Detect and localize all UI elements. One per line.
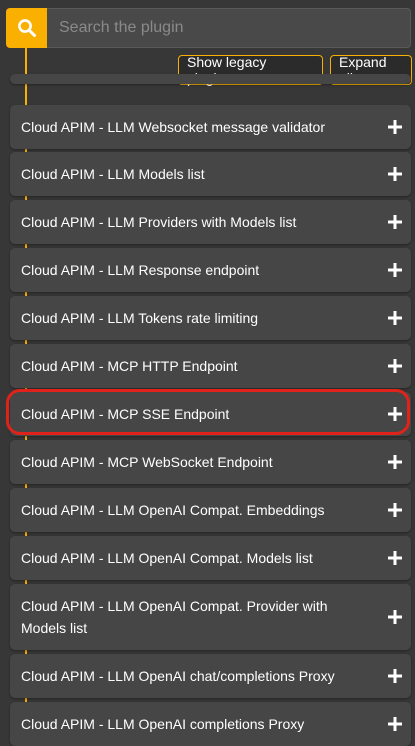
plugin-item[interactable]: Cloud APIM - LLM OpenAI Compat. Embeddin…: [10, 488, 411, 532]
plugin-label: Cloud APIM - MCP SSE Endpoint: [21, 406, 230, 422]
plugin-label: Cloud APIM - LLM Response endpoint: [21, 262, 260, 278]
plus-icon[interactable]: [387, 358, 403, 374]
plus-icon[interactable]: [387, 310, 403, 326]
plus-icon[interactable]: [387, 214, 403, 230]
search-icon: [17, 19, 36, 37]
plugin-item[interactable]: Cloud APIM - LLM OpenAI chat/completions…: [10, 654, 411, 698]
plugin-label: Cloud APIM - MCP WebSocket Endpoint: [21, 454, 273, 470]
plus-icon[interactable]: [387, 609, 403, 625]
plus-icon[interactable]: [387, 550, 403, 566]
plugin-item[interactable]: Cloud APIM - LLM Models list: [10, 152, 411, 196]
plus-icon[interactable]: [387, 668, 403, 684]
plugin-label: Cloud APIM - LLM OpenAI completions Prox…: [21, 716, 305, 732]
plugin-item-partial[interactable]: [10, 74, 411, 84]
plugin-item[interactable]: Cloud APIM - LLM OpenAI Compat. Models l…: [10, 536, 411, 580]
plus-icon[interactable]: [387, 454, 403, 470]
search-input[interactable]: [47, 8, 411, 48]
plugin-label: Cloud APIM - LLM OpenAI Compat. Provider…: [21, 598, 328, 636]
plugin-item[interactable]: Cloud APIM - LLM Providers with Models l…: [10, 200, 411, 244]
plugin-item[interactable]: Cloud APIM - LLM OpenAI Compat. Provider…: [10, 584, 411, 650]
plus-icon[interactable]: [387, 716, 403, 732]
plugin-item[interactable]: Cloud APIM - MCP HTTP Endpoint: [10, 344, 411, 388]
search-button[interactable]: [6, 8, 47, 48]
plus-icon[interactable]: [387, 166, 403, 182]
plugin-label: Cloud APIM - LLM Tokens rate limiting: [21, 310, 259, 326]
search-bar: [6, 8, 411, 48]
plugin-label: Cloud APIM - LLM OpenAI chat/completions…: [21, 668, 335, 684]
plus-icon[interactable]: [387, 406, 403, 422]
plus-icon[interactable]: [387, 502, 403, 518]
plus-icon[interactable]: [387, 262, 403, 278]
plugin-label: Cloud APIM - LLM Websocket message valid…: [21, 119, 325, 135]
plugin-item[interactable]: Cloud APIM - LLM OpenAI completions Prox…: [10, 702, 411, 746]
plugin-selector-panel: Show legacy plugins Expand all Cloud API…: [0, 0, 415, 746]
plugin-label: Cloud APIM - LLM Providers with Models l…: [21, 214, 297, 230]
plugin-item[interactable]: Cloud APIM - MCP WebSocket Endpoint: [10, 440, 411, 484]
plugin-label: Cloud APIM - LLM OpenAI Compat. Models l…: [21, 550, 313, 566]
plugin-item[interactable]: Cloud APIM - LLM Tokens rate limiting: [10, 296, 411, 340]
plugin-label: Cloud APIM - LLM Models list: [21, 166, 205, 182]
plugin-item-mcp-sse[interactable]: Cloud APIM - MCP SSE Endpoint: [10, 392, 411, 436]
plugin-item[interactable]: Cloud APIM - LLM Websocket message valid…: [10, 105, 411, 149]
plus-icon[interactable]: [387, 119, 403, 135]
plugin-label: Cloud APIM - LLM OpenAI Compat. Embeddin…: [21, 502, 325, 518]
plugin-item[interactable]: Cloud APIM - LLM Response endpoint: [10, 248, 411, 292]
plugin-label: Cloud APIM - MCP HTTP Endpoint: [21, 358, 238, 374]
